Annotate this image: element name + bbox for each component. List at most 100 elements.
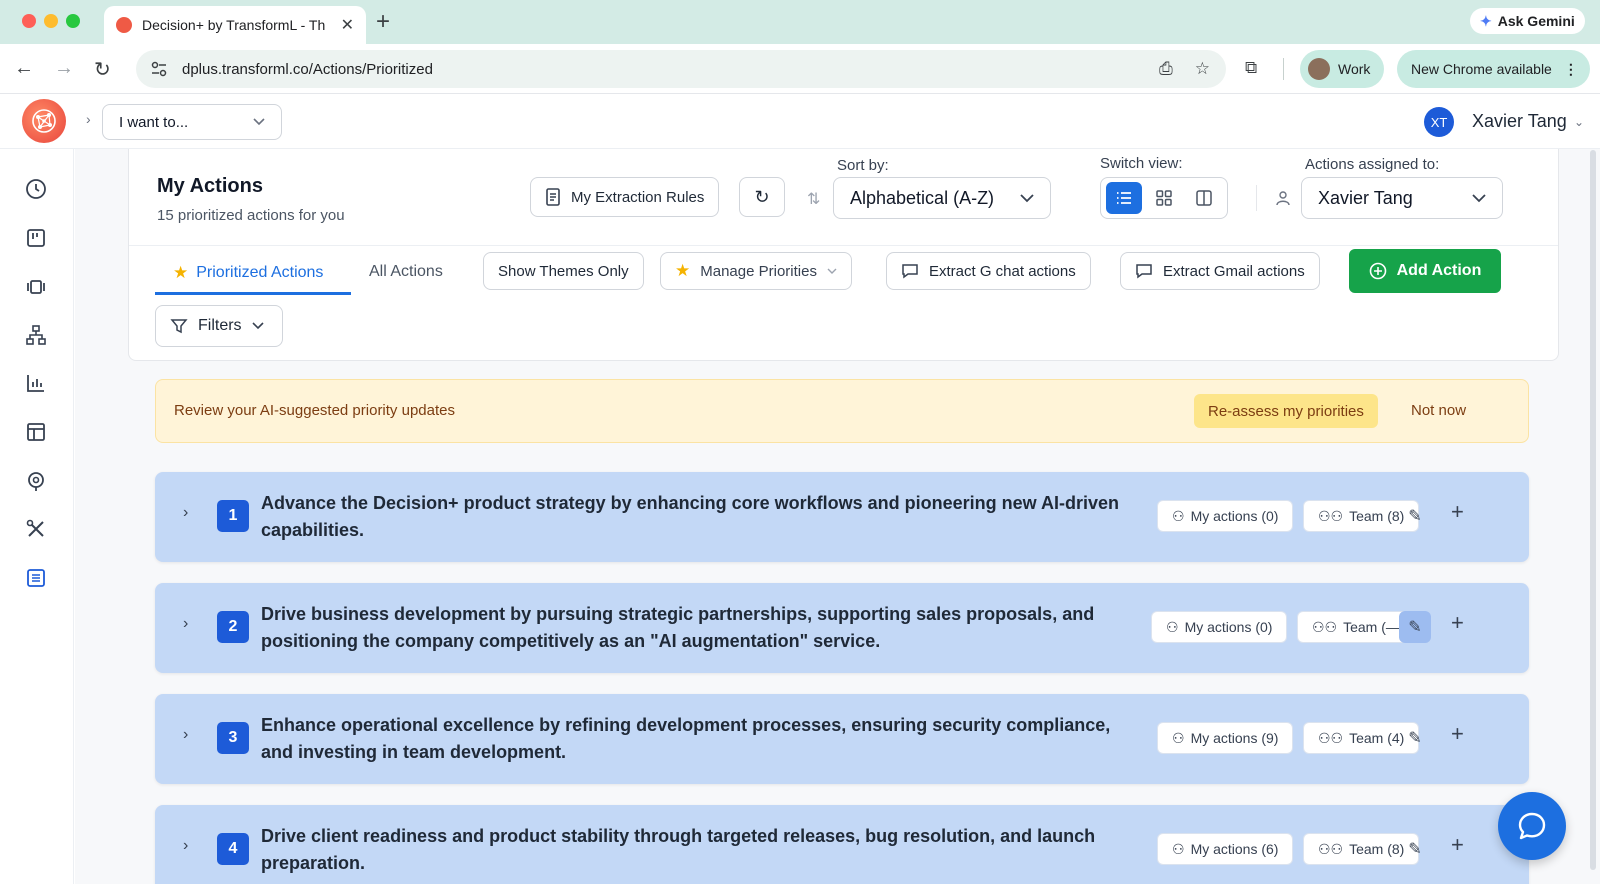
maximize-window-button[interactable] bbox=[66, 14, 80, 28]
browser-tab-bar: Decision+ by TransformL - Th ✕ + ✦ Ask G… bbox=[0, 0, 1600, 44]
sidebar-tools-icon[interactable] bbox=[24, 517, 48, 541]
extract-gmail-button[interactable]: Extract Gmail actions bbox=[1120, 252, 1320, 290]
person-icon bbox=[1276, 191, 1290, 206]
extraction-rules-button[interactable]: My Extraction Rules bbox=[530, 177, 720, 217]
actions-assigned-label: Actions assigned to: bbox=[1305, 156, 1440, 173]
i-want-to-label: I want to... bbox=[119, 113, 189, 131]
ask-gemini-button[interactable]: ✦ Ask Gemini bbox=[1470, 8, 1585, 34]
priority-card[interactable]: › 4 Drive client readiness and product s… bbox=[155, 805, 1529, 884]
list-view-icon[interactable] bbox=[1106, 182, 1142, 214]
add-plus-icon[interactable]: + bbox=[1451, 721, 1464, 747]
sidebar-table-icon[interactable] bbox=[24, 420, 48, 444]
forward-icon[interactable]: → bbox=[54, 57, 74, 80]
toolbar-divider bbox=[1256, 185, 1257, 211]
expand-sidebar-icon[interactable]: › bbox=[86, 111, 91, 127]
add-action-button[interactable]: Add Action bbox=[1349, 249, 1501, 293]
show-themes-label: Show Themes Only bbox=[498, 262, 629, 280]
column-view-icon[interactable] bbox=[1186, 182, 1222, 214]
bookmark-star-icon[interactable]: ☆ bbox=[1195, 59, 1210, 79]
page-scrollbar[interactable] bbox=[1590, 150, 1596, 870]
my-actions-pill[interactable]: ⚇ My actions (0) bbox=[1157, 500, 1294, 532]
user-menu-chevron-icon[interactable]: ⌄ bbox=[1574, 115, 1584, 129]
grid-view-icon[interactable] bbox=[1146, 182, 1182, 214]
sort-by-select[interactable]: Alphabetical (A-Z) bbox=[833, 177, 1051, 219]
priority-text: Advance the Decision+ product strategy b… bbox=[261, 493, 1120, 540]
my-actions-label: My actions (0) bbox=[1190, 508, 1279, 524]
reload-icon[interactable]: ↻ bbox=[94, 57, 111, 82]
sidebar-actions-list-icon[interactable] bbox=[24, 566, 48, 590]
browser-tab[interactable]: Decision+ by TransformL - Th ✕ bbox=[104, 6, 366, 44]
team-label: Team (—) bbox=[1343, 619, 1405, 635]
filters-button[interactable]: Filters bbox=[155, 305, 283, 347]
tab-prioritized-label: Prioritized Actions bbox=[196, 264, 324, 281]
refresh-icon: ↻ bbox=[754, 186, 770, 207]
profile-button[interactable]: Work bbox=[1300, 50, 1385, 88]
page-subtitle: 15 prioritized actions for you bbox=[157, 207, 345, 224]
tab-search-icon[interactable]: ⧉ bbox=[1245, 58, 1257, 78]
install-app-icon[interactable]: ⎙ bbox=[1159, 59, 1173, 79]
edit-pencil-icon[interactable]: ✎ bbox=[1399, 833, 1431, 865]
close-window-button[interactable] bbox=[22, 14, 36, 28]
priority-card[interactable]: › 1 Advance the Decision+ product strate… bbox=[155, 472, 1529, 562]
reassess-priorities-button[interactable]: Re-assess my priorities bbox=[1194, 394, 1378, 428]
close-tab-icon[interactable]: ✕ bbox=[341, 15, 354, 35]
sidebar-insights-icon[interactable] bbox=[24, 469, 48, 493]
assigned-to-select[interactable]: Xavier Tang bbox=[1301, 177, 1503, 219]
chevron-down-icon bbox=[251, 322, 264, 330]
filter-icon bbox=[170, 319, 188, 334]
priority-card[interactable]: › 2 Drive business development by pursui… bbox=[155, 583, 1529, 673]
sidebar-carousel-icon[interactable] bbox=[24, 275, 48, 299]
priority-card[interactable]: › 3 Enhance operational excellence by re… bbox=[155, 694, 1529, 784]
expand-chevron-icon[interactable]: › bbox=[183, 726, 188, 744]
add-plus-icon[interactable]: + bbox=[1451, 610, 1464, 636]
i-want-to-dropdown[interactable]: I want to... bbox=[102, 104, 282, 140]
sort-direction-icon[interactable]: ⇅ bbox=[807, 189, 820, 209]
back-icon[interactable]: ← bbox=[14, 57, 34, 80]
more-menu-icon: ⋮ bbox=[1563, 60, 1578, 77]
manage-priorities-button[interactable]: ★ Manage Priorities bbox=[660, 252, 852, 290]
priority-number: 3 bbox=[217, 722, 249, 754]
my-actions-label: My actions (6) bbox=[1190, 841, 1279, 857]
expand-chevron-icon[interactable]: › bbox=[183, 504, 188, 522]
team-label: Team (8) bbox=[1349, 841, 1405, 857]
sidebar-clock-icon[interactable] bbox=[24, 177, 48, 201]
person-icon: ⚇ bbox=[1172, 507, 1185, 524]
person-icon: ⚇ bbox=[1166, 618, 1179, 635]
tab-all-actions[interactable]: All Actions bbox=[369, 263, 443, 281]
toolbar-divider bbox=[1283, 58, 1284, 80]
tab-all-label: All Actions bbox=[369, 263, 443, 280]
app-logo[interactable] bbox=[22, 99, 66, 143]
sidebar-analytics-icon[interactable] bbox=[24, 371, 48, 395]
sidebar-hierarchy-icon[interactable] bbox=[24, 323, 48, 347]
add-plus-icon[interactable]: + bbox=[1451, 499, 1464, 525]
priority-update-banner: Review your AI-suggested priority update… bbox=[155, 379, 1529, 443]
expand-chevron-icon[interactable]: › bbox=[183, 615, 188, 633]
expand-chevron-icon[interactable]: › bbox=[183, 837, 188, 855]
site-settings-icon[interactable] bbox=[150, 60, 168, 78]
edit-pencil-icon[interactable]: ✎ bbox=[1399, 500, 1431, 532]
my-actions-pill[interactable]: ⚇ My actions (6) bbox=[1157, 833, 1294, 865]
minimize-window-button[interactable] bbox=[44, 14, 58, 28]
add-action-label: Add Action bbox=[1396, 262, 1482, 279]
user-name[interactable]: Xavier Tang bbox=[1472, 111, 1567, 132]
not-now-button[interactable]: Not now bbox=[1411, 402, 1466, 419]
page-title: My Actions bbox=[157, 175, 263, 197]
my-actions-pill[interactable]: ⚇ My actions (9) bbox=[1157, 722, 1294, 754]
extract-gchat-button[interactable]: Extract G chat actions bbox=[886, 252, 1091, 290]
new-tab-icon[interactable]: + bbox=[376, 8, 390, 36]
network-logo-icon bbox=[32, 109, 56, 133]
active-tab-underline bbox=[155, 292, 351, 295]
chrome-update-button[interactable]: New Chrome available ⋮ bbox=[1397, 50, 1590, 88]
edit-pencil-icon[interactable]: ✎ bbox=[1399, 722, 1431, 754]
add-plus-icon[interactable]: + bbox=[1451, 832, 1464, 858]
edit-pencil-icon[interactable]: ✎ bbox=[1399, 611, 1431, 643]
user-avatar[interactable]: XT bbox=[1424, 107, 1454, 137]
my-actions-pill[interactable]: ⚇ My actions (0) bbox=[1151, 611, 1288, 643]
show-themes-only-button[interactable]: Show Themes Only bbox=[483, 252, 644, 290]
tab-prioritized-actions[interactable]: ★ Prioritized Actions bbox=[173, 263, 323, 283]
chat-assistant-button[interactable] bbox=[1498, 792, 1566, 860]
sidebar-board-icon[interactable] bbox=[24, 226, 48, 250]
omnibox[interactable]: dplus.transforml.co/Actions/Prioritized … bbox=[136, 50, 1226, 88]
refresh-button[interactable]: ↻ bbox=[739, 177, 785, 217]
chevron-down-icon bbox=[1020, 193, 1034, 202]
